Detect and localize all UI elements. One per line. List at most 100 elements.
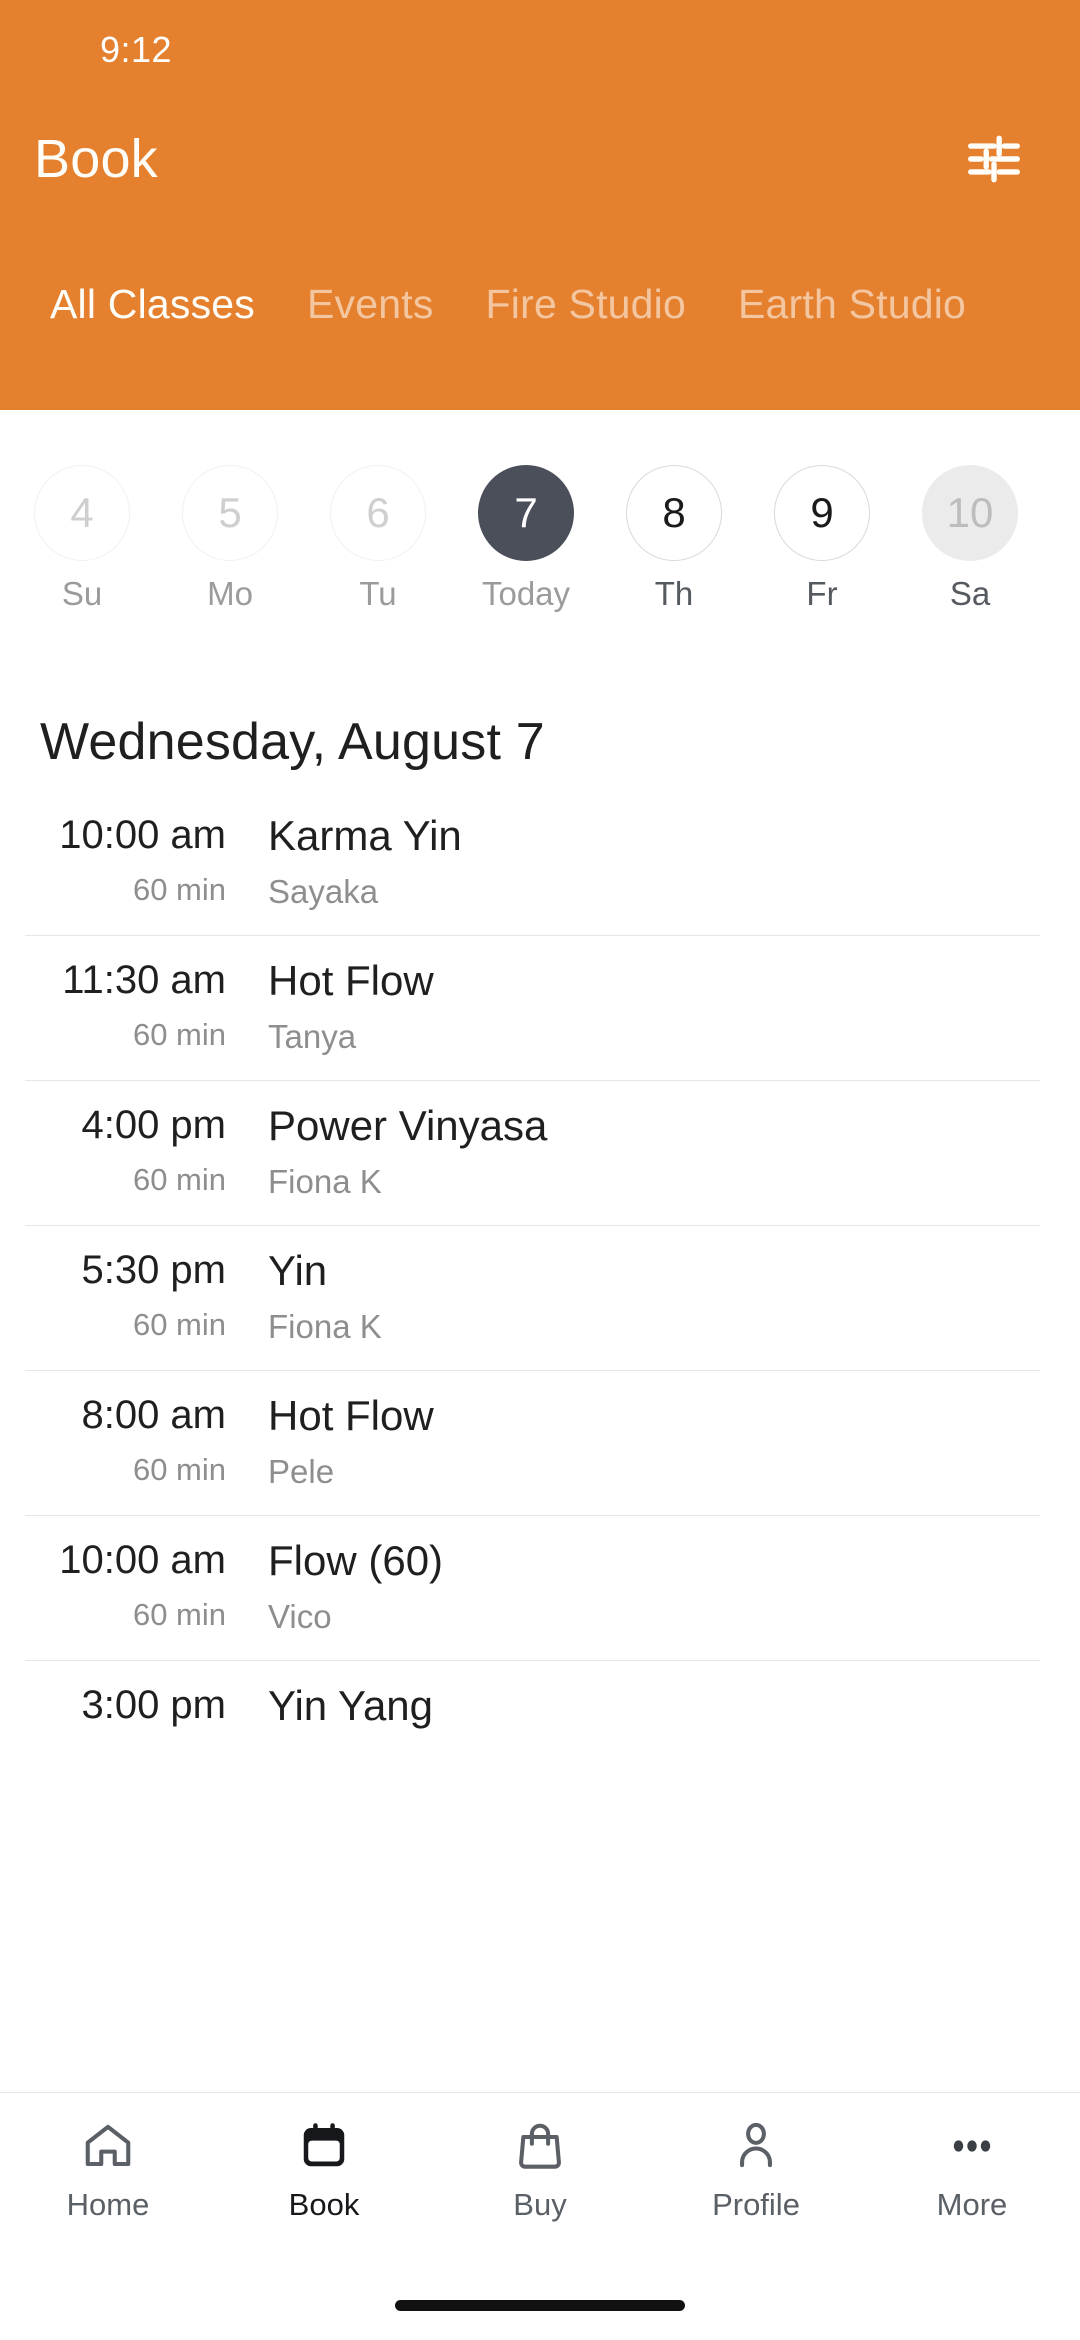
date-weekday: Su — [61, 575, 103, 612]
app-screen: 9:12 Book All Classes Events Fire Studio… — [0, 0, 1080, 2340]
class-time-column: 4:00 pm 60 min — [40, 1102, 226, 1198]
date-chip-5[interactable]: 5 Mo — [156, 447, 304, 613]
class-time-column: 10:00 am 60 min — [40, 812, 226, 908]
class-list-item[interactable]: 10:00 am 60 min Flow (60) Vico — [0, 1515, 1080, 1660]
date-number: 10 — [922, 465, 1018, 561]
nav-label-profile: Profile — [712, 2187, 800, 2222]
ellipsis-icon — [945, 2115, 999, 2177]
class-name: Power Vinyasa — [268, 1102, 548, 1150]
class-duration: 60 min — [132, 872, 226, 907]
class-name: Flow (60) — [268, 1537, 444, 1585]
date-chip-4[interactable]: 4 Su — [8, 447, 156, 613]
nav-item-more[interactable]: More — [864, 2115, 1080, 2223]
date-weekday: Sa — [949, 575, 991, 612]
class-duration: 60 min — [132, 1162, 226, 1198]
class-duration: 60 min — [132, 1307, 226, 1343]
header-tab-bar: All Classes Events Fire Studio Earth Stu… — [0, 218, 1080, 368]
day-heading: Wednesday, August 7 — [40, 713, 545, 771]
class-name: Hot Flow — [268, 1392, 434, 1440]
class-time-column: 11:30 am 60 min — [40, 957, 226, 1053]
class-info-column: Yin Fiona K — [226, 1247, 382, 1346]
calendar-icon — [297, 2115, 351, 2177]
class-start-time: 4:00 pm — [81, 1103, 226, 1148]
nav-item-buy[interactable]: Buy — [432, 2115, 648, 2223]
nav-label-more: More — [936, 2187, 1008, 2222]
class-list-item[interactable]: 10:00 am 60 min Karma Yin Sayaka — [0, 790, 1080, 935]
class-teacher: Sayaka — [268, 873, 379, 911]
class-start-time: 10:00 am — [59, 813, 226, 857]
class-name: Yin Yang — [268, 1682, 434, 1730]
nav-label-buy: Buy — [513, 2187, 567, 2222]
app-header: 9:12 Book All Classes Events Fire Studio… — [0, 0, 1080, 410]
class-teacher: Pele — [268, 1453, 335, 1491]
date-chip-9[interactable]: 9 Fr — [748, 447, 896, 613]
class-name: Yin — [268, 1247, 328, 1295]
class-time-column: 8:00 am 60 min — [40, 1392, 226, 1488]
class-info-column: Flow (60) Vico — [226, 1537, 443, 1636]
class-start-time: 8:00 am — [81, 1393, 226, 1438]
class-list-item[interactable]: 5:30 pm 60 min Yin Fiona K — [0, 1225, 1080, 1370]
status-bar: 9:12 — [0, 0, 1080, 100]
class-duration: 60 min — [132, 1597, 226, 1633]
person-icon — [729, 2115, 783, 2177]
date-chip-10[interactable]: 10 Sa — [896, 447, 1044, 613]
class-time-column: 3:00 pm — [40, 1682, 226, 1742]
home-indicator-area — [0, 2270, 1080, 2340]
class-start-time: 5:30 pm — [81, 1248, 226, 1293]
status-bar-clock: 9:12 — [100, 29, 173, 70]
nav-label-book: Book — [288, 2187, 360, 2222]
house-icon — [81, 2115, 135, 2177]
bottom-navigation-bar: Home Book Buy Profile More — [0, 2092, 1080, 2270]
class-info-column: Karma Yin Sayaka — [226, 812, 462, 911]
date-number: 8 — [626, 465, 722, 561]
class-start-time: 10:00 am — [59, 1538, 226, 1583]
tab-fire-studio[interactable]: Fire Studio — [460, 281, 712, 368]
date-number: 4 — [34, 465, 130, 561]
class-teacher: Fiona K — [268, 1308, 382, 1346]
class-start-time: 11:30 am — [62, 958, 226, 1003]
class-duration: 60 min — [132, 1017, 226, 1053]
date-chip-6[interactable]: 6 Tu — [304, 447, 452, 613]
date-weekday: Fr — [806, 575, 838, 612]
nav-item-profile[interactable]: Profile — [648, 2115, 864, 2223]
date-weekday: Mo — [207, 575, 253, 612]
page-title: Book — [34, 129, 158, 189]
tab-all-classes[interactable]: All Classes — [24, 281, 281, 368]
date-number: 6 — [330, 465, 426, 561]
class-teacher: Fiona K — [268, 1163, 382, 1201]
nav-label-home: Home — [66, 2187, 150, 2222]
class-list[interactable]: 10:00 am 60 min Karma Yin Sayaka 11:30 a… — [0, 790, 1080, 2092]
class-info-column: Hot Flow Tanya — [226, 957, 434, 1056]
date-number: 7 — [478, 465, 574, 561]
home-indicator[interactable] — [395, 2299, 685, 2311]
nav-item-book[interactable]: Book — [216, 2115, 432, 2223]
date-weekday: Today — [481, 575, 571, 612]
date-chip-8[interactable]: 8 Th — [600, 447, 748, 613]
class-list-item[interactable]: 3:00 pm Yin Yang — [0, 1660, 1080, 1795]
shopping-bag-icon — [513, 2115, 567, 2177]
class-duration: 60 min — [132, 1452, 226, 1488]
class-info-column: Power Vinyasa Fiona K — [226, 1102, 547, 1201]
tab-events[interactable]: Events — [281, 281, 460, 368]
date-number: 5 — [182, 465, 278, 561]
class-time-column: 10:00 am 60 min — [40, 1537, 226, 1633]
class-list-item[interactable]: 8:00 am 60 min Hot Flow Pele — [0, 1370, 1080, 1515]
date-strip[interactable]: 4 Su 5 Mo 6 Tu 7 Today 8 Th 9 Fr 10 Sa — [0, 410, 1080, 650]
tune-icon — [963, 128, 1025, 190]
tab-earth-studio[interactable]: Earth Studio — [712, 281, 992, 368]
class-name: Karma Yin — [268, 812, 462, 859]
class-list-item[interactable]: 11:30 am 60 min Hot Flow Tanya — [0, 935, 1080, 1080]
filter-button[interactable] — [956, 121, 1032, 197]
class-info-column: Yin Yang — [226, 1682, 433, 1743]
class-info-column: Hot Flow Pele — [226, 1392, 434, 1491]
nav-item-home[interactable]: Home — [0, 2115, 216, 2223]
class-teacher: Tanya — [268, 1018, 357, 1056]
class-list-item[interactable]: 4:00 pm 60 min Power Vinyasa Fiona K — [0, 1080, 1080, 1225]
class-name: Hot Flow — [268, 957, 434, 1005]
class-start-time: 3:00 pm — [81, 1683, 226, 1728]
class-teacher: Vico — [268, 1598, 332, 1636]
app-bar: Book — [0, 100, 1080, 218]
date-number: 9 — [774, 465, 870, 561]
date-chip-7-today-selected[interactable]: 7 Today — [452, 447, 600, 613]
date-weekday: Th — [654, 575, 694, 612]
